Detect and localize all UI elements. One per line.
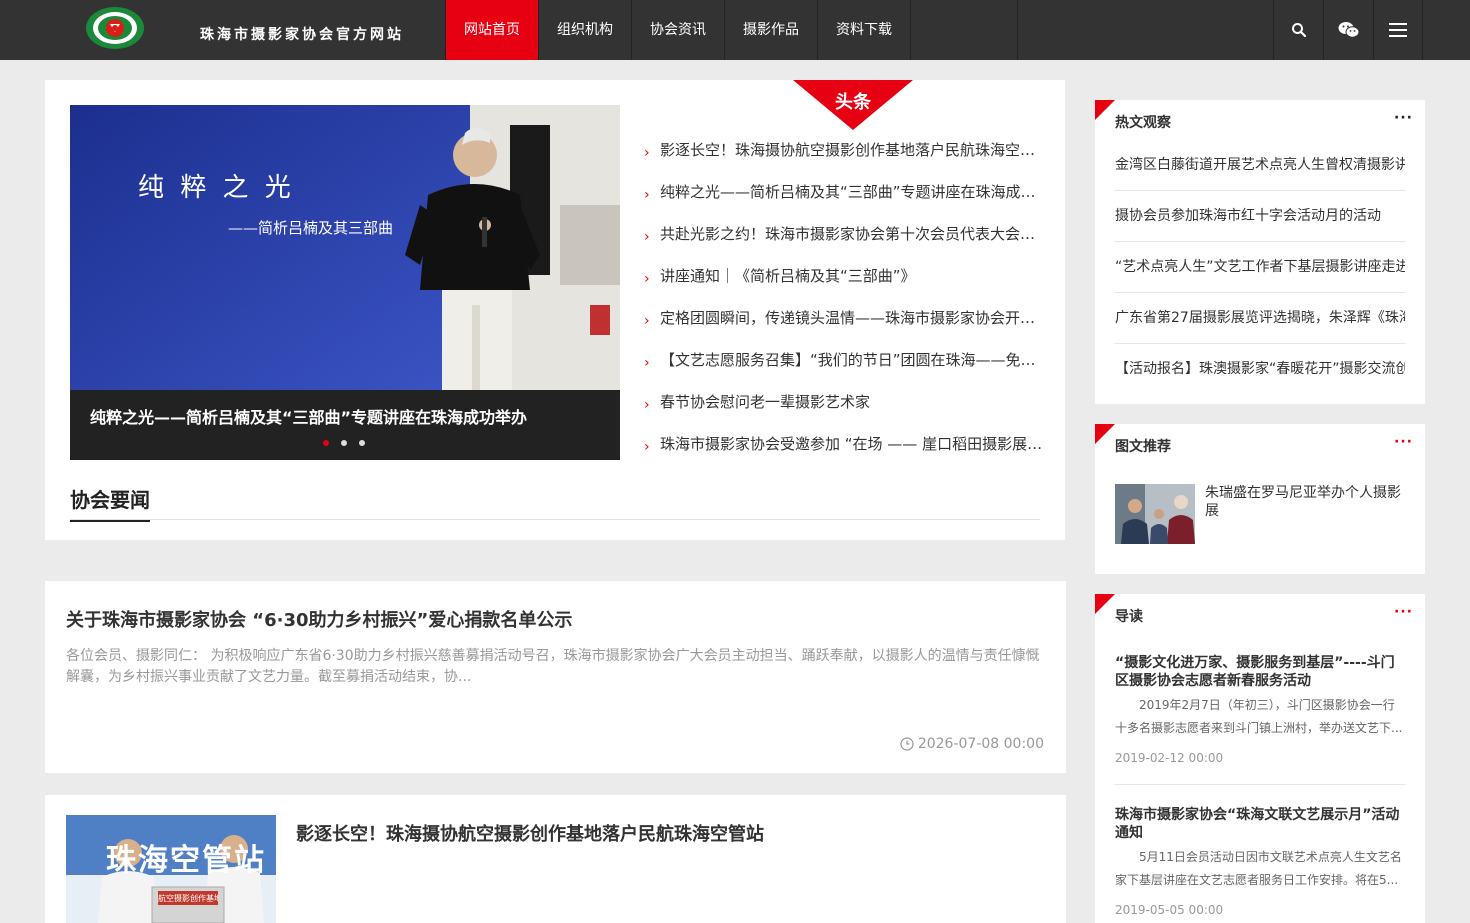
chevron-right-icon: › <box>644 145 650 161</box>
headline-item-text: 共赴光影之约！珠海市摄影家协会第十次会员代表大会胜利召开 <box>660 225 1045 243</box>
guide-item-title[interactable]: 珠海市摄影家协会“珠海文联文艺展示月”活动通知 <box>1115 806 1405 842</box>
article-card: 关于珠海市摄影家协会 “6·30助力乡村振兴”爱心捐款名单公示 各位会员、摄影同… <box>45 581 1066 773</box>
list-item[interactable]: › 讲座通知｜《简析吕楠及其“三部曲”》 <box>640 256 1045 298</box>
sidebar-heading: 图文推荐 <box>1115 439 1171 455</box>
list-item[interactable]: 【活动报名】珠澳摄影家“春暖花开”摄影交流创作 <box>1115 344 1405 395</box>
chevron-right-icon: › <box>644 355 650 371</box>
headline-item-text: 讲座通知｜《简析吕楠及其“三部曲”》 <box>660 267 916 285</box>
nav-home[interactable]: 网站首页 <box>445 0 538 60</box>
slider-dots <box>323 440 365 446</box>
top-navbar: 珠海市摄影家协会官方网站 网站首页 组织机构 协会资讯 摄影作品 资料下载 <box>0 0 1470 60</box>
slide-text-title: 纯 粹 之 光 <box>138 173 295 203</box>
chevron-right-icon: › <box>644 439 650 455</box>
slide-image <box>70 105 620 390</box>
menu-button[interactable] <box>1373 0 1423 60</box>
sidebar-guide-panel: 导读 ··· “摄影文化进万家、摄影服务到基层”----斗门区摄影协会志愿者新春… <box>1095 594 1425 923</box>
list-item[interactable]: › 【文艺志愿服务召集】“我们的节日”团圆在珠海——免费拍摄全家福 <box>640 340 1045 382</box>
headline-badge-label: 头条 <box>835 92 871 113</box>
sidebar-heading: 导读 <box>1115 609 1143 625</box>
sidebar-hot-panel: 热文观察 ··· 金湾区白藤街道开展艺术点亮人生曾权清摄影讲座 摄协会员参加珠海… <box>1095 100 1425 404</box>
list-item[interactable]: › 定格团圆瞬间，传递镜头温情——珠海市摄影家协会开展志愿服务 <box>640 298 1045 340</box>
headline-item-text: 珠海市摄影家协会受邀参加 “在场 —— 崖口稻田摄影展”开幕式 <box>660 435 1045 453</box>
recommend-title[interactable]: 朱瑞盛在罗马尼亚举办个人摄影展 <box>1205 484 1405 520</box>
list-item[interactable]: 摄协会员参加珠海市红十字会活动月的活动 <box>1115 191 1405 242</box>
thumbnail-plaque-text: 航空摄影创作基地 <box>158 894 218 903</box>
site-title: 珠海市摄影家协会官方网站 <box>200 27 404 43</box>
more-icon[interactable]: ··· <box>1394 434 1413 450</box>
guide-item-date: 2019-02-12 00:00 <box>1115 751 1224 765</box>
main-nav: 网站首页 组织机构 协会资讯 摄影作品 资料下载 <box>445 0 911 60</box>
divider <box>70 519 1040 520</box>
list-item[interactable]: › 春节协会慰问老一辈摄影艺术家 <box>640 382 1045 424</box>
slider-dot-2[interactable] <box>341 440 347 446</box>
chevron-right-icon: › <box>644 313 650 329</box>
section-heading[interactable]: 协会要闻 <box>70 484 150 522</box>
nav-divider <box>1017 0 1018 60</box>
chevron-right-icon: › <box>644 397 650 413</box>
list-item[interactable]: 金湾区白藤街道开展艺术点亮人生曾权清摄影讲座 <box>1115 140 1405 191</box>
guide-item-summary: 5月11日会员活动日因市文联艺术点亮人生文艺名家下基层讲座在文艺志愿者服务日工作… <box>1115 850 1402 887</box>
sidebar-heading: 热文观察 <box>1115 115 1171 131</box>
divider <box>1115 784 1405 785</box>
list-item[interactable]: › 共赴光影之约！珠海市摄影家协会第十次会员代表大会胜利召开 <box>640 214 1045 256</box>
article-summary: 各位会员、摄影同仁： 为积极响应广东省6·30助力乡村振兴慈善募捐活动号召，珠海… <box>66 648 1040 685</box>
article-date: 2026-07-08 00:00 <box>900 736 1044 752</box>
more-icon[interactable]: ··· <box>1394 604 1413 620</box>
image-slider[interactable]: 纯 粹 之 光 ——简析吕楠及其三部曲 纯粹之光——简析吕楠及其“三部曲”专题讲… <box>70 105 620 460</box>
list-item[interactable]: 广东省第27届摄影展览评选揭晓，朱泽辉《珠海》 <box>1115 293 1405 344</box>
slider-dot-3[interactable] <box>359 440 365 446</box>
list-item[interactable]: “艺术点亮人生”文艺工作者下基层摄影讲座走进 <box>1115 242 1405 293</box>
thumbnail-sign-text: 珠海空管站 <box>106 843 266 878</box>
site-logo[interactable] <box>84 4 146 52</box>
nav-works[interactable]: 摄影作品 <box>724 0 817 60</box>
guide-item-title[interactable]: “摄影文化进万家、摄影服务到基层”----斗门区摄影协会志愿者新春服务活动 <box>1115 654 1405 690</box>
article-date-text: 2026-07-08 00:00 <box>917 736 1044 752</box>
nav-news[interactable]: 协会资讯 <box>631 0 724 60</box>
search-icon <box>1291 23 1306 38</box>
list-item[interactable]: › 纯粹之光——简析吕楠及其“三部曲”专题讲座在珠海成功举办 <box>640 172 1045 214</box>
headline-item-text: 春节协会慰问老一辈摄影艺术家 <box>660 393 871 411</box>
headline-badge: 头条 <box>793 80 913 130</box>
slide-text-subtitle: ——简析吕楠及其三部曲 <box>228 219 394 237</box>
corner-tag <box>1095 100 1115 120</box>
slider-dot-1[interactable] <box>323 440 329 446</box>
slide-caption-bar: 纯粹之光——简析吕楠及其“三部曲”专题讲座在珠海成功举办 <box>70 390 620 460</box>
list-item[interactable]: › 影逐长空！珠海摄协航空摄影创作基地落户民航珠海空管站 <box>640 130 1045 172</box>
more-icon[interactable]: ··· <box>1394 110 1413 126</box>
article-title[interactable]: 关于珠海市摄影家协会 “6·30助力乡村振兴”爱心捐款名单公示 <box>66 606 572 632</box>
article-title[interactable]: 影逐长空！珠海摄协航空摄影创作基地落户民航珠海空管站 <box>296 820 764 846</box>
search-button[interactable] <box>1273 0 1323 60</box>
headline-list: › 影逐长空！珠海摄协航空摄影创作基地落户民航珠海空管站 › 纯粹之光——简析吕楠及… <box>640 130 1045 466</box>
sidebar-pic-panel: 图文推荐 ··· 朱瑞盛在罗马尼亚举办个人摄影展 <box>1095 424 1425 574</box>
corner-tag <box>1095 594 1115 614</box>
nav-organization[interactable]: 组织机构 <box>538 0 631 60</box>
headline-item-text: 影逐长空！珠海摄协航空摄影创作基地落户民航珠海空管站 <box>660 141 1045 159</box>
guide-item-date: 2019-05-05 00:00 <box>1115 903 1224 917</box>
chevron-right-icon: › <box>644 271 650 287</box>
headline-item-text: 定格团圆瞬间，传递镜头温情——珠海市摄影家协会开展志愿服务 <box>660 309 1045 327</box>
corner-tag <box>1095 424 1115 444</box>
list-item[interactable]: › 珠海市摄影家协会受邀参加 “在场 —— 崖口稻田摄影展”开幕式 <box>640 424 1045 466</box>
menu-icon <box>1389 23 1407 37</box>
wechat-button[interactable] <box>1323 0 1373 60</box>
slide-caption[interactable]: 纯粹之光——简析吕楠及其“三部曲”专题讲座在珠海成功举办 <box>90 404 527 428</box>
clock-icon <box>900 737 914 751</box>
headline-item-text: 纯粹之光——简析吕楠及其“三部曲”专题讲座在珠海成功举办 <box>660 183 1045 201</box>
article-thumbnail[interactable]: 珠海空管站 航空摄影创作基地 <box>66 815 276 923</box>
guide-item-summary: 2019年2月7日（年初三），斗门区摄影协会一行十多名摄影志愿者来到斗门镇上洲村… <box>1115 698 1403 735</box>
headline-item-text: 【文艺志愿服务召集】“我们的节日”团圆在珠海——免费拍摄全家福 <box>660 351 1045 369</box>
wechat-icon <box>1338 22 1359 38</box>
chevron-right-icon: › <box>644 229 650 245</box>
chevron-right-icon: › <box>644 187 650 203</box>
recommend-thumbnail[interactable] <box>1115 484 1195 544</box>
nav-downloads[interactable]: 资料下载 <box>817 0 911 60</box>
